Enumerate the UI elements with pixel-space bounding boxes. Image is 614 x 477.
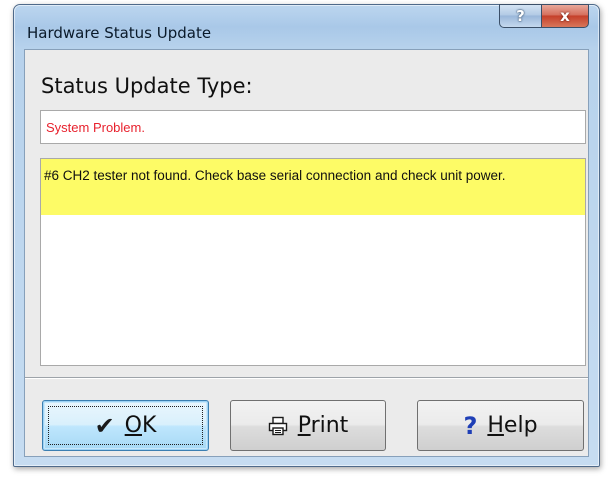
ok-button-label: OK [124, 413, 157, 438]
printer-icon [268, 416, 288, 436]
status-type-field[interactable]: System Problem. [40, 110, 586, 144]
status-type-label: Status Update Type: [41, 74, 253, 98]
hardware-status-dialog: Hardware Status Update ? x Status Update… [13, 4, 600, 467]
help-button[interactable]: ? Help [417, 400, 584, 451]
caption-help-button[interactable]: ? [499, 4, 541, 28]
status-type-value: System Problem. [46, 120, 145, 135]
button-divider [25, 377, 588, 379]
ok-button[interactable]: ✔ OK [42, 400, 209, 451]
caption-buttons: ? x [499, 4, 589, 28]
status-message-box[interactable]: #6 CH2 tester not found. Check base seri… [40, 158, 586, 366]
close-icon: x [560, 7, 570, 25]
close-button[interactable]: x [541, 4, 589, 28]
question-icon: ? [516, 7, 525, 25]
check-icon: ✔ [94, 411, 115, 440]
help-button-label: Help [487, 413, 538, 438]
question-icon: ? [463, 411, 478, 440]
window-title: Hardware Status Update [27, 24, 212, 42]
dialog-body: Status Update Type: System Problem. #6 C… [24, 49, 589, 457]
print-button[interactable]: Print [230, 400, 386, 451]
print-button-label: Print [297, 413, 349, 438]
status-message-text: #6 CH2 tester not found. Check base seri… [44, 168, 506, 183]
